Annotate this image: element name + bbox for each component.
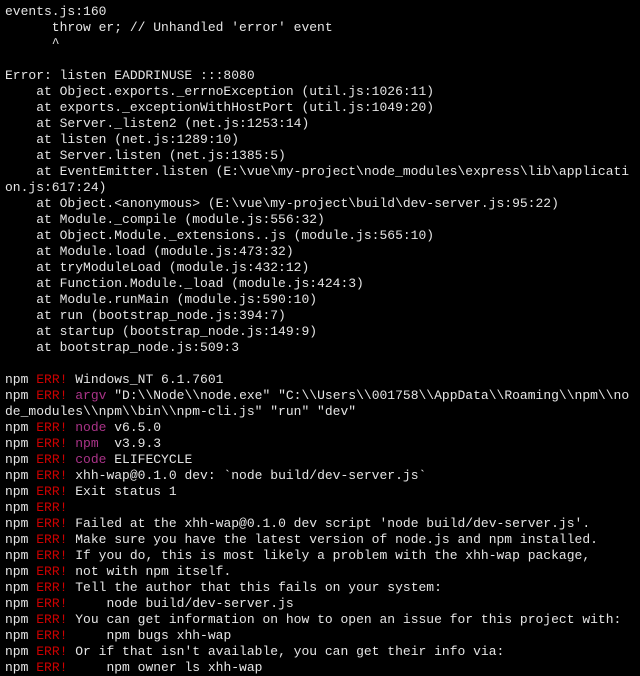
npm-error-line: npm ERR! code ELIFECYCLE <box>5 452 635 468</box>
npm-error-line: npm ERR! npm owner ls xhh-wap <box>5 660 635 676</box>
stack-trace-line <box>5 356 635 372</box>
stack-trace-line: at Module.runMain (module.js:590:10) <box>5 292 635 308</box>
stack-trace-line: at run (bootstrap_node.js:394:7) <box>5 308 635 324</box>
stack-trace-line: ^ <box>5 36 635 52</box>
stack-trace-line: throw er; // Unhandled 'error' event <box>5 20 635 36</box>
stack-trace-line: at exports._exceptionWithHostPort (util.… <box>5 100 635 116</box>
terminal-output: events.js:160 throw er; // Unhandled 'er… <box>5 4 635 676</box>
npm-error-line: npm ERR! Failed at the xhh-wap@0.1.0 dev… <box>5 516 635 532</box>
stack-trace-line: events.js:160 <box>5 4 635 20</box>
npm-error-line: npm ERR! argv "D:\\Node\\node.exe" "C:\\… <box>5 388 635 404</box>
npm-error-line: npm ERR! Exit status 1 <box>5 484 635 500</box>
npm-error-line: npm ERR! Or if that isn't available, you… <box>5 644 635 660</box>
stack-trace-line: at startup (bootstrap_node.js:149:9) <box>5 324 635 340</box>
stack-trace-line: at Module.load (module.js:473:32) <box>5 244 635 260</box>
stack-trace-line: Error: listen EADDRINUSE :::8080 <box>5 68 635 84</box>
stack-trace-line: at Object.exports._errnoException (util.… <box>5 84 635 100</box>
npm-error-line: npm ERR! xhh-wap@0.1.0 dev: `node build/… <box>5 468 635 484</box>
stack-trace-line: at bootstrap_node.js:509:3 <box>5 340 635 356</box>
npm-error-line: npm ERR! npm bugs xhh-wap <box>5 628 635 644</box>
stack-trace-line: on.js:617:24) <box>5 180 635 196</box>
stack-trace-line: at listen (net.js:1289:10) <box>5 132 635 148</box>
stack-trace-line: at Module._compile (module.js:556:32) <box>5 212 635 228</box>
npm-error-line: npm ERR! Make sure you have the latest v… <box>5 532 635 548</box>
stack-trace-line: at Server._listen2 (net.js:1253:14) <box>5 116 635 132</box>
stack-trace-line: at tryModuleLoad (module.js:432:12) <box>5 260 635 276</box>
stack-trace-line: at Server.listen (net.js:1385:5) <box>5 148 635 164</box>
npm-error-line: npm ERR! Windows_NT 6.1.7601 <box>5 372 635 388</box>
stack-trace-line: at EventEmitter.listen (E:\vue\my-projec… <box>5 164 635 180</box>
npm-error-line: npm ERR! If you do, this is most likely … <box>5 548 635 564</box>
npm-error-line: npm ERR! Tell the author that this fails… <box>5 580 635 596</box>
stack-trace-line: at Function.Module._load (module.js:424:… <box>5 276 635 292</box>
npm-error-line: npm ERR! node build/dev-server.js <box>5 596 635 612</box>
stack-trace-line: at Object.<anonymous> (E:\vue\my-project… <box>5 196 635 212</box>
npm-error-line: npm ERR! You can get information on how … <box>5 612 635 628</box>
npm-error-line: npm ERR! node v6.5.0 <box>5 420 635 436</box>
stack-trace-line: at Object.Module._extensions..js (module… <box>5 228 635 244</box>
npm-error-line: de_modules\\npm\\bin\\npm-cli.js" "run" … <box>5 404 635 420</box>
npm-error-line: npm ERR! <box>5 500 635 516</box>
stack-trace-line <box>5 52 635 68</box>
npm-error-line: npm ERR! not with npm itself. <box>5 564 635 580</box>
npm-error-line: npm ERR! npm v3.9.3 <box>5 436 635 452</box>
